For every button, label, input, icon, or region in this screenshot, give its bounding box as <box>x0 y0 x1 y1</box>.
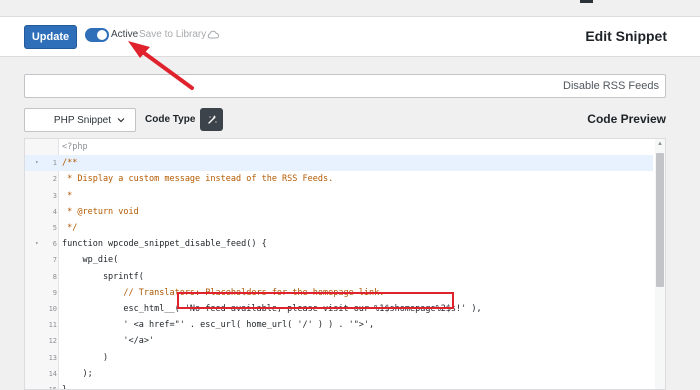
editor-line-open-tag: <?php <box>25 139 653 155</box>
code-text: ' <a href="' . esc_url( home_url( '/' ) … <box>62 320 375 331</box>
code-text: wp_die( <box>62 255 119 266</box>
code-text: function wpcode_snippet_disable_feed() { <box>62 239 267 250</box>
line-number: 7 <box>52 256 57 265</box>
page-title: Edit Snippet <box>585 28 667 44</box>
code-type-select[interactable]: PHP Snippet <box>24 108 136 132</box>
editor-scrollbar[interactable]: ▲ <box>655 139 665 389</box>
scrollbar-thumb[interactable] <box>656 153 664 287</box>
chevron-down-icon <box>117 115 125 125</box>
code-text: ) <box>62 352 109 363</box>
line-number: 14 <box>48 369 57 378</box>
fold-chevron-icon[interactable]: ▾ <box>35 155 43 171</box>
editor-line: 9 // Translators: Placeholders for the h… <box>25 285 653 301</box>
code-preview-label: Code Preview <box>587 112 666 126</box>
editor-line: 12 '</a>' <box>25 333 653 349</box>
editor-line: ▾ 1 /** <box>25 155 653 172</box>
snippet-title-input[interactable]: Disable RSS Feeds <box>24 74 666 98</box>
magic-wand-button[interactable] <box>200 108 223 131</box>
toggle-knob <box>97 30 107 40</box>
editor-line: 11 ' <a href="' . esc_url( home_url( '/'… <box>25 317 653 333</box>
line-number: 12 <box>48 337 57 346</box>
code-text: sprintf( <box>62 271 144 282</box>
editor-line: 15} <box>25 382 653 390</box>
code-text: esc_html__( 'No feed available, please v… <box>62 304 482 314</box>
active-toggle[interactable] <box>85 28 109 42</box>
php-open-tag: <?php <box>62 142 88 152</box>
line-number: 11 <box>48 321 57 330</box>
code-editor[interactable]: <?php ▾ 1 /** 2 * Display a custom message … <box>24 138 666 390</box>
save-to-library-button[interactable]: Save to Library <box>139 29 220 40</box>
active-label: Active <box>111 29 139 40</box>
code-type-select-value: PHP Snippet <box>53 114 111 126</box>
fold-chevron-icon[interactable]: ▾ <box>35 236 43 252</box>
editor-line: 5 */ <box>25 220 653 236</box>
line-number: 15 <box>48 386 57 390</box>
line-number: 6 <box>52 240 57 249</box>
code-text: * <box>62 190 73 201</box>
line-number: 2 <box>52 175 57 184</box>
line-number: 8 <box>52 272 57 281</box>
update-button[interactable]: Update <box>24 25 77 49</box>
magic-wand-icon <box>207 114 217 124</box>
save-to-library-label: Save to Library <box>139 29 207 40</box>
scroll-up-icon[interactable]: ▲ <box>657 141 663 147</box>
code-text: /** <box>62 158 78 169</box>
editor-line: 7 wp_die( <box>25 252 653 268</box>
editor-line: 8 sprintf( <box>25 269 653 285</box>
editor-line: 4 * @return void <box>25 204 653 220</box>
snippet-toolbar: Update Active Save to Library Edit Snipp… <box>0 17 700 57</box>
editor-line: ▾ 6 function wpcode_snippet_disable_feed()… <box>25 236 653 252</box>
admin-bar-tick <box>580 0 593 3</box>
code-text: * Display a custom message instead of th… <box>62 174 334 185</box>
code-text: } <box>62 385 68 390</box>
cloud-icon <box>208 30 220 39</box>
line-number: 4 <box>52 207 57 216</box>
editor-line: 13 ) <box>25 350 653 366</box>
line-number: 3 <box>52 191 57 200</box>
code-text: */ <box>62 223 78 233</box>
editor-line: 3 * <box>25 188 653 204</box>
line-number: 10 <box>48 305 57 313</box>
editor-line: 2 * Display a custom message instead of … <box>25 171 653 187</box>
code-text: '</a>' <box>62 336 155 347</box>
code-text: * @return void <box>62 206 139 217</box>
line-number: 9 <box>52 288 57 297</box>
line-number: 13 <box>48 353 57 362</box>
code-type-label: Code Type <box>145 114 196 125</box>
editor-line: 14 ); <box>25 366 653 382</box>
line-number: 1 <box>52 159 57 168</box>
code-text: // Translators: Placeholders for the hom… <box>62 287 385 298</box>
top-strip <box>0 0 700 17</box>
code-text: ); <box>62 368 93 379</box>
line-number: 5 <box>52 224 57 232</box>
editor-line: 10 esc_html__( 'No feed available, pleas… <box>25 301 653 317</box>
